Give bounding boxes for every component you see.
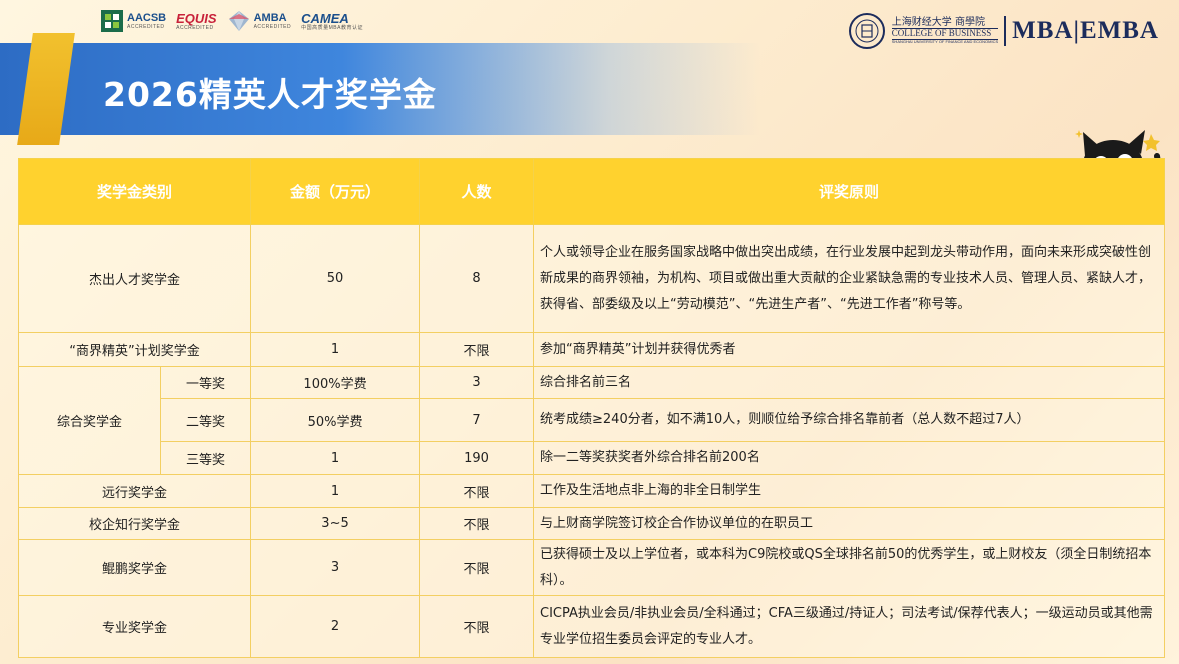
cell-count: 不限 [419, 332, 535, 367]
table-row: 综合奖学金 一等奖 100%学费 3 综合排名前三名 [18, 366, 1166, 475]
cell-amount: 1 [250, 441, 421, 475]
camea-name: CAMEA [301, 10, 349, 26]
amba-name: AMBA [253, 11, 287, 24]
header-category: 奖学金类别 [17, 158, 252, 225]
header-principle: 评奖原则 [533, 158, 1166, 225]
cell-amount: 1 [250, 474, 421, 508]
table-row: 专业奖学金 2 不限 CICPA执业会员/非执业会员/全科通过；CFA三级通过/… [17, 595, 1166, 658]
header-amount: 金额（万元） [250, 158, 421, 225]
equis-logo: EQUIS ACCREDITED [176, 12, 216, 31]
cell-count: 7 [419, 398, 535, 442]
cell-principle: 参加“商界精英”计划并获得优秀者 [533, 332, 1166, 367]
cell-category: 鲲鹏奖学金 [17, 539, 252, 596]
cell-count: 不限 [419, 595, 535, 658]
cell-amount: 50%学费 [250, 398, 421, 442]
aacsb-sub: ACCREDITED [127, 23, 165, 30]
cell-level: 二等奖 [159, 398, 252, 442]
table-row: 三等奖 1 190 除一二等奖获奖者外综合排名前200名 [19, 441, 1166, 475]
camea-sub: 中国高质量MBA教育认证 [301, 24, 363, 31]
cell-principle: 工作及生活地点非上海的非全日制学生 [533, 474, 1166, 508]
page-title: 2026精英人才奖学金 [103, 75, 437, 114]
amba-logo: AMBA ACCREDITED [227, 9, 292, 33]
accreditation-logos: AACSB ACCREDITED EQUIS ACCREDITED AMBA A… [100, 6, 363, 36]
cell-count: 不限 [419, 507, 535, 540]
cell-category: 杰出人才奖学金 [17, 224, 252, 333]
table-row: 远行奖学金 1 不限 工作及生活地点非上海的非全日制学生 [17, 474, 1166, 508]
table-row: 二等奖 50%学费 7 统考成绩≥240分者，如不满10人，则顺位给予综合排名靠… [19, 398, 1166, 442]
cell-principle: 个人或领导企业在服务国家战略中做出突出成绩，在行业发展中起到龙头带动作用，面向未… [533, 224, 1166, 333]
amba-sub: ACCREDITED [253, 23, 292, 30]
cell-principle: 除一二等奖获奖者外综合排名前200名 [533, 441, 1166, 475]
amba-diamond-icon [228, 11, 249, 31]
cell-principle: CICPA执业会员/非执业会员/全科通过；CFA三级通过/持证人；司法考试/保荐… [533, 595, 1166, 658]
equis-sub: ACCREDITED [176, 24, 214, 31]
aacsb-name: AACSB [127, 11, 167, 24]
cell-category: 专业奖学金 [17, 595, 252, 658]
cell-amount: 50 [250, 224, 421, 333]
aacsb-logo: AACSB ACCREDITED [100, 9, 166, 33]
cell-count: 8 [419, 224, 535, 333]
cell-principle: 已获得硕士及以上学位者，或本科为C9院校或QS全球排名前50的优秀学生，或上财校… [533, 539, 1166, 596]
equis-name: EQUIS [176, 10, 217, 26]
header-count: 人数 [419, 158, 535, 225]
cell-amount: 100%学费 [250, 366, 421, 399]
cell-principle: 综合排名前三名 [533, 366, 1166, 399]
cell-amount: 1 [250, 332, 421, 367]
cell-amount: 2 [250, 595, 421, 658]
cell-category: 校企知行奖学金 [17, 507, 252, 540]
cell-count: 3 [419, 366, 535, 399]
cell-count: 190 [419, 441, 535, 475]
school-branding: 上海财经大学 商學院 COLLEGE OF BUSINESS SHANGHAI … [848, 12, 1159, 50]
cell-level: 三等奖 [159, 441, 252, 475]
cell-principle: 与上财商学院签订校企合作协议单位的在职员工 [533, 507, 1166, 540]
school-name-tiny: SHANGHAI UNIVERSITY OF FINANCE AND ECONO… [891, 39, 999, 45]
cell-amount: 3 [250, 539, 421, 596]
cell-level: 一等奖 [159, 366, 252, 399]
camea-logo: CAMEA 中国高质量MBA教育认证 [301, 12, 363, 31]
cell-amount: 3~5 [250, 507, 421, 540]
table-row: “商界精英”计划奖学金 1 不限 参加“商界精英”计划并获得优秀者 [17, 332, 1166, 367]
table-row: 校企知行奖学金 3~5 不限 与上财商学院签订校企合作协议单位的在职员工 [17, 507, 1166, 540]
table-header-row: 奖学金类别 金额（万元） 人数 评奖原则 [17, 158, 1166, 225]
table-row: 杰出人才奖学金 50 8 个人或领导企业在服务国家战略中做出突出成绩，在行业发展… [17, 224, 1166, 333]
brand-divider [1004, 16, 1007, 46]
program-label: MBA|EMBA [1012, 17, 1159, 44]
school-name-cn: 上海财经大学 商學院 [891, 17, 985, 29]
cell-principle: 统考成绩≥240分者，如不满10人，则顺位给予综合排名靠前者（总人数不超过7人） [533, 398, 1166, 442]
table-row: 鲲鹏奖学金 3 不限 已获得硕士及以上学位者，或本科为C9院校或QS全球排名前5… [17, 539, 1166, 596]
university-seal-icon [848, 13, 885, 49]
cell-category: 远行奖学金 [17, 474, 252, 508]
cell-count: 不限 [419, 474, 535, 508]
scholarship-table: 奖学金类别 金额（万元） 人数 评奖原则 杰出人才奖学金 50 8 个人或领导企… [17, 158, 1166, 658]
aacsb-icon [101, 10, 123, 32]
cell-category: 综合奖学金 [18, 366, 161, 475]
cell-category: “商界精英”计划奖学金 [17, 332, 252, 367]
cell-count: 不限 [419, 539, 535, 596]
